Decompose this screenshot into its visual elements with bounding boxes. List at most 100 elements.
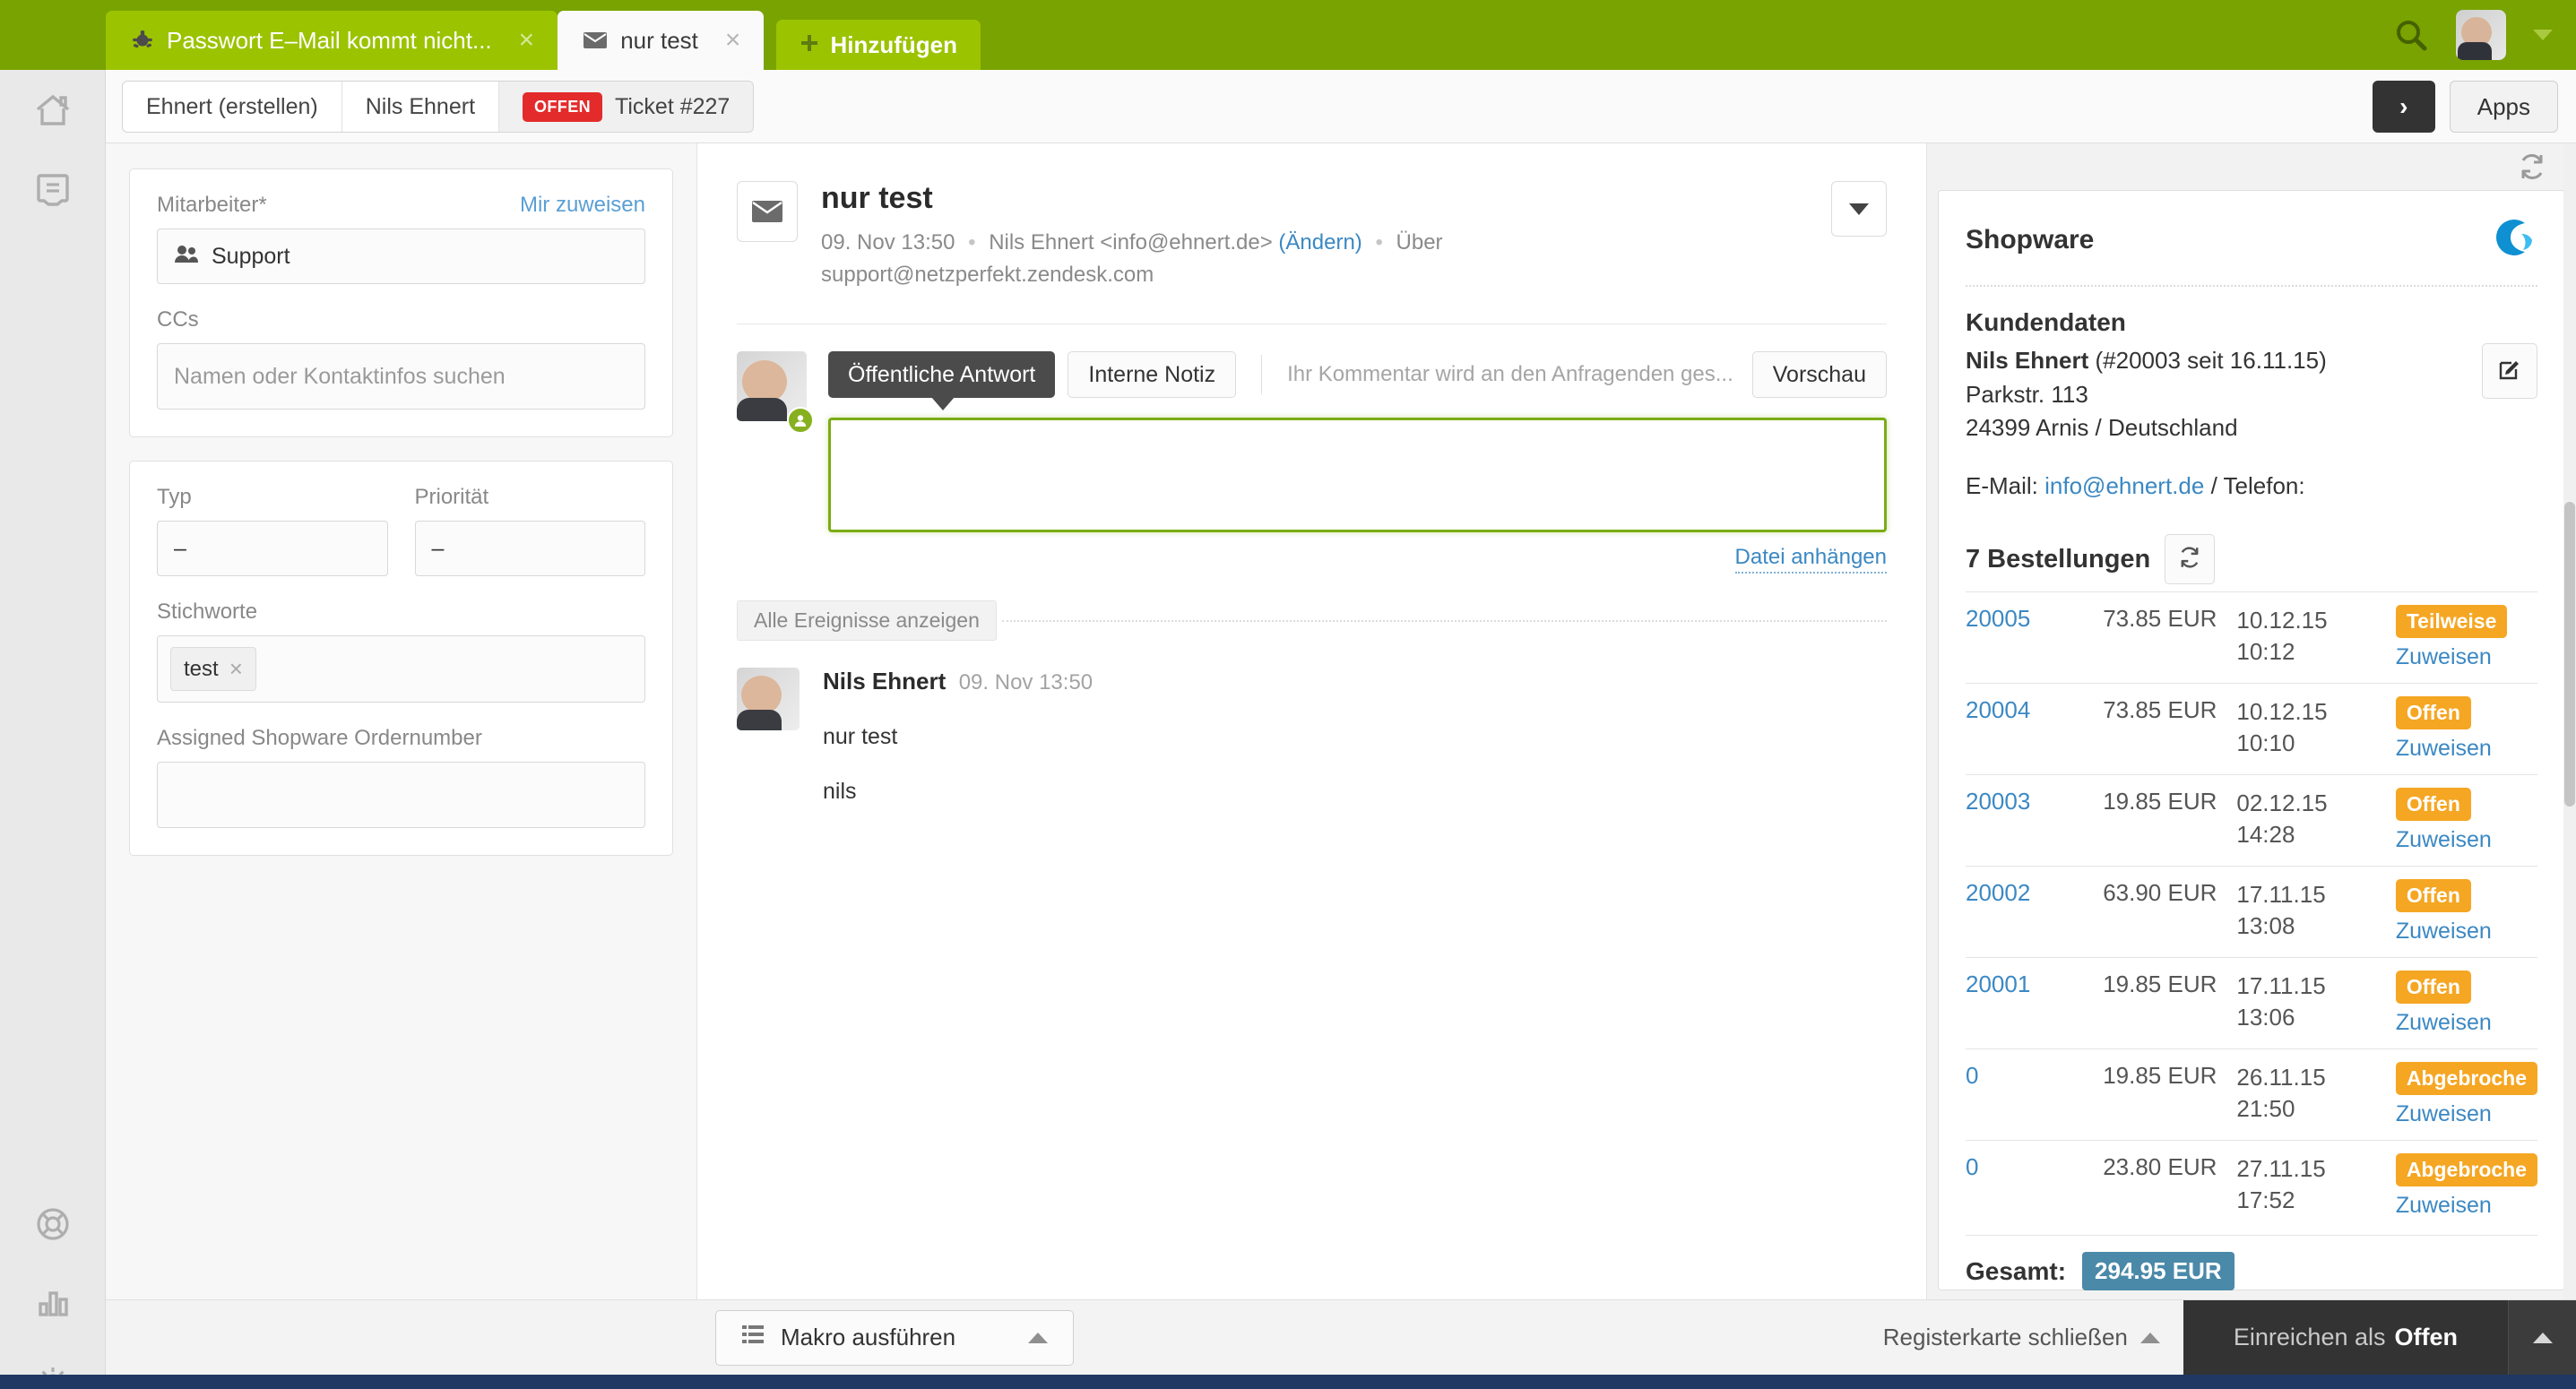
table-row[interactable]: 20002 63.90 EUR 17.11.15 13:08 Offen Zuw… — [1966, 866, 2537, 958]
table-row[interactable]: 20001 19.85 EUR 17.11.15 13:06 Offen Zuw… — [1966, 957, 2537, 1049]
order-number[interactable]: 20001 — [1966, 957, 2075, 1049]
assign-order-link[interactable]: Zuweisen — [2396, 644, 2537, 670]
customer-street: Parkstr. 113 — [1966, 380, 2088, 408]
tags-input[interactable]: test × — [157, 635, 645, 703]
customer-contact-row: E-Mail: info@ehnert.de / Telefon: — [1966, 472, 2537, 500]
table-row[interactable]: 0 23.80 EUR 27.11.15 17:52 Abgebroche Zu… — [1966, 1140, 2537, 1232]
search-icon[interactable] — [2393, 17, 2429, 53]
sidebar-item-support[interactable] — [0, 1204, 106, 1249]
order-date: 02.12.15 14:28 — [2236, 774, 2396, 867]
order-number[interactable]: 20005 — [1966, 591, 2075, 684]
assign-order-link[interactable]: Zuweisen — [2396, 919, 2537, 945]
os-taskbar — [0, 1375, 2576, 1389]
ccs-placeholder: Namen oder Kontaktinfos suchen — [174, 363, 506, 389]
assign-order-link[interactable]: Zuweisen — [2396, 1010, 2537, 1036]
status-badge: Teilweise — [2395, 605, 2508, 639]
close-icon[interactable]: × — [519, 27, 535, 54]
order-date: 17.11.15 13:06 — [2236, 957, 2396, 1049]
orders-refresh-button[interactable] — [2165, 534, 2216, 585]
assign-to-me-link[interactable]: Mir zuweisen — [520, 193, 645, 218]
show-all-events-button[interactable]: Alle Ereignisse anzeigen — [737, 600, 997, 641]
phone-label: / Telefon: — [2210, 472, 2305, 500]
attach-file-link[interactable]: Datei anhängen — [1734, 545, 1887, 574]
tags-label: Stichworte — [157, 600, 258, 624]
apps-button[interactable]: Apps — [2449, 81, 2558, 133]
close-icon[interactable]: × — [229, 655, 243, 683]
ordernumber-input[interactable] — [157, 762, 645, 828]
assign-order-link[interactable]: Zuweisen — [2396, 827, 2537, 853]
sidebar-item-views[interactable] — [0, 168, 106, 214]
refresh-icon[interactable] — [2517, 151, 2547, 182]
breadcrumb-item-org[interactable]: Ehnert (erstellen) — [123, 82, 342, 132]
ticket-date: 09. Nov 13:50 — [821, 230, 955, 255]
scrollbar-thumb[interactable] — [2564, 502, 2575, 807]
order-number[interactable]: 20004 — [1966, 683, 2075, 775]
order-amount: 73.85 EUR — [2074, 591, 2237, 684]
ticket-header-text: nur test 09. Nov 13:50 • Nils Ehnert <in… — [821, 181, 1520, 291]
next-ticket-button[interactable]: › — [2372, 81, 2435, 133]
message-line: nur test — [823, 724, 898, 749]
plus-icon — [800, 31, 819, 59]
table-row[interactable]: 20005 73.85 EUR 10.12.15 10:12 Teilweise… — [1966, 591, 2537, 684]
status-badge: OFFEN — [523, 91, 603, 122]
ticket-header: nur test 09. Nov 13:50 • Nils Ehnert <in… — [697, 143, 1926, 291]
online-status-icon — [787, 407, 814, 434]
ticket-options-button[interactable] — [1831, 181, 1887, 237]
close-tab-button[interactable]: Registerkarte schließen — [1883, 1324, 2160, 1351]
conversation-message: Nils Ehnert 09. Nov 13:50 nur test nils — [697, 641, 1926, 805]
tab-nur-test[interactable]: nur test × — [558, 11, 765, 70]
order-date: 10.12.15 10:12 — [2236, 591, 2396, 684]
preview-button[interactable]: Vorschau — [1751, 351, 1887, 398]
assign-order-link[interactable]: Zuweisen — [2396, 1193, 2537, 1219]
status-badge: Abgebroche — [2395, 1062, 2537, 1096]
sidebar-item-home[interactable] — [0, 90, 106, 135]
order-number[interactable]: 20003 — [1966, 774, 2075, 867]
order-number[interactable]: 20002 — [1966, 866, 2075, 958]
assignee-field[interactable]: Support — [157, 229, 645, 284]
customer-email-link[interactable]: info@ehnert.de — [2044, 472, 2204, 499]
chevron-down-icon[interactable] — [2533, 30, 2553, 40]
assign-order-link[interactable]: Zuweisen — [2396, 1101, 2537, 1127]
order-amount: 19.85 EUR — [2074, 957, 2237, 1049]
type-select[interactable]: – — [157, 521, 388, 576]
table-row[interactable]: 20004 73.85 EUR 10.12.15 10:10 Offen Zuw… — [1966, 683, 2537, 775]
apply-macro-button[interactable]: Makro ausführen — [715, 1309, 1074, 1366]
breadcrumb-item-ticket[interactable]: OFFEN Ticket #227 — [499, 82, 754, 132]
breadcrumb-item-user[interactable]: Nils Ehnert — [342, 82, 500, 132]
assign-order-link[interactable]: Zuweisen — [2396, 736, 2537, 762]
preview-label: Vorschau — [1772, 361, 1866, 387]
ccs-input[interactable]: Namen oder Kontaktinfos suchen — [157, 343, 645, 410]
ordernumber-label: Assigned Shopware Ordernumber — [157, 726, 482, 750]
order-date-time: 21:50 — [2236, 1095, 2295, 1123]
status-badge: Offen — [2395, 971, 2471, 1005]
divider — [1966, 285, 2537, 287]
tag-chip[interactable]: test × — [170, 647, 256, 691]
close-icon[interactable]: × — [725, 27, 741, 54]
sidebar-item-reporting[interactable] — [0, 1282, 106, 1328]
order-number[interactable]: 0 — [1966, 1048, 2075, 1141]
submit-options-button[interactable] — [2508, 1299, 2576, 1376]
order-amount: 73.85 EUR — [2074, 683, 2237, 775]
envelope-icon — [583, 31, 608, 49]
tab-public-reply[interactable]: Öffentliche Antwort — [828, 351, 1056, 410]
priority-group: Priorität – — [414, 485, 645, 576]
tab-strip: Passwort E–Mail kommt nicht... × nur tes… — [106, 11, 981, 70]
tab-internal-note[interactable]: Interne Notiz — [1068, 351, 1237, 398]
submit-button[interactable]: Einreichen als Offen — [2183, 1299, 2508, 1376]
order-number[interactable]: 0 — [1966, 1140, 2075, 1232]
tab-passwort-email[interactable]: Passwort E–Mail kommt nicht... × — [106, 11, 558, 70]
status-badge: Offen — [2395, 788, 2471, 822]
edit-customer-button[interactable] — [2482, 343, 2537, 399]
ticket-requester: Nils Ehnert <info@ehnert.de> — [989, 230, 1273, 255]
table-row[interactable]: 20003 19.85 EUR 02.12.15 14:28 Offen Zuw… — [1966, 774, 2537, 867]
avatar[interactable] — [2456, 10, 2506, 60]
meta-separator-icon: • — [1375, 230, 1383, 255]
add-tab-button[interactable]: Hinzufügen — [776, 20, 981, 70]
priority-select[interactable]: – — [414, 521, 645, 576]
order-date: 26.11.15 21:50 — [2236, 1048, 2396, 1141]
reply-editor[interactable] — [828, 418, 1887, 532]
shopware-app-panel: Shopware Kundendaten Nils Ehnert (#20003… — [1927, 143, 2576, 1299]
customer-name: Nils Ehnert — [1966, 347, 2089, 374]
table-row[interactable]: 0 19.85 EUR 26.11.15 21:50 Abgebroche Zu… — [1966, 1048, 2537, 1141]
change-requester-link[interactable]: (Ändern) — [1278, 230, 1361, 255]
